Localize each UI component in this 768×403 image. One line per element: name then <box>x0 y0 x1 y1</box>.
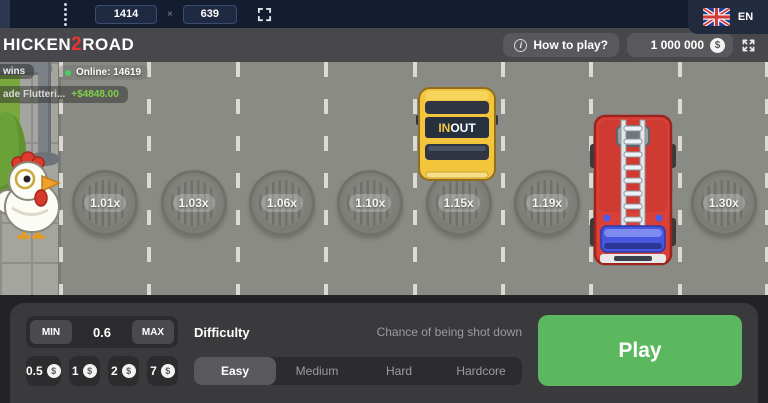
language-selector[interactable]: EN <box>688 0 768 34</box>
lane-4: 1.10x <box>326 62 414 295</box>
manhole-multiplier: 1.10x <box>337 170 403 236</box>
bottom-area: MIN 0.6 MAX Difficulty Chance of being s… <box>0 295 768 403</box>
coin-icon: $ <box>47 364 61 378</box>
tab-medium[interactable]: Medium <box>276 357 358 385</box>
game-logo: HICKEN2ROAD <box>3 34 134 56</box>
quick-bet-2-button[interactable]: 2$ <box>108 356 139 386</box>
info-icon: i <box>514 39 527 52</box>
win-ticker: ade Flutteri... +$4848.00 <box>0 86 128 103</box>
chance-label: Chance of being shot down <box>377 325 522 339</box>
dimension-separator: × <box>167 9 173 20</box>
bet-amount-box: MIN 0.6 MAX <box>26 316 178 348</box>
tab-hardcore[interactable]: Hardcore <box>440 357 522 385</box>
difficulty-tabs: Easy Medium Hard Hardcore <box>194 357 522 385</box>
quick-bet-1-button[interactable]: 1$ <box>69 356 100 386</box>
lane-2: 1.03x <box>149 62 237 295</box>
drag-handle-icon[interactable] <box>64 3 67 26</box>
viewport-width-input[interactable]: 1414 <box>95 5 157 24</box>
difficulty-label: Difficulty <box>194 325 250 340</box>
min-bet-button[interactable]: MIN <box>30 320 72 344</box>
max-bet-button[interactable]: MAX <box>132 320 174 344</box>
online-status: Online: 14619 <box>58 65 148 80</box>
expand-fullscreen-icon[interactable] <box>741 38 756 53</box>
manhole-multiplier: 1.30x <box>691 170 757 236</box>
top-toolbar: 1414 × 639 <box>0 0 768 28</box>
ticker-win-amount: +$4848.00 <box>71 89 119 100</box>
balance-display: 1 000 000 $ <box>627 33 733 57</box>
toolbar-accent-strip <box>0 0 10 28</box>
coin-icon: $ <box>710 38 725 53</box>
quick-bet-0.5-button[interactable]: 0.5$ <box>26 356 61 386</box>
ticker-username: ade Flutteri... <box>3 89 65 100</box>
manhole-multiplier: 1.03x <box>161 170 227 236</box>
coin-icon: $ <box>161 364 175 378</box>
chicken-character <box>0 150 64 242</box>
language-code: EN <box>738 11 753 23</box>
manhole-multiplier: 1.01x <box>72 170 138 236</box>
lane-8: 1.30x <box>680 62 768 295</box>
online-count: Online: 14619 <box>76 67 141 78</box>
game-board: 1.01x 1.03x 1.06x 1.10x 1.15x 1.19x 1.30… <box>0 62 768 295</box>
tab-hard[interactable]: Hard <box>358 357 440 385</box>
fire-truck <box>590 114 676 266</box>
coin-icon: $ <box>83 364 97 378</box>
manhole-multiplier: 1.06x <box>249 170 315 236</box>
quick-bet-row: 0.5$ 1$ 2$ 7$ <box>26 356 178 386</box>
balance-value: 1 000 000 <box>651 38 704 52</box>
fullscreen-bracket-icon[interactable] <box>257 7 272 22</box>
online-dot-icon <box>65 70 71 76</box>
quick-bet-7-button[interactable]: 7$ <box>147 356 178 386</box>
viewport-height-input[interactable]: 639 <box>183 5 237 24</box>
bet-amount-input[interactable]: 0.6 <box>72 325 132 340</box>
svg-text:INOUT: INOUT <box>438 121 476 135</box>
how-to-play-button[interactable]: i How to play? <box>503 33 619 57</box>
uk-flag-icon <box>703 8 730 26</box>
control-panel: MIN 0.6 MAX Difficulty Chance of being s… <box>10 303 758 403</box>
lane-6: 1.19x <box>503 62 591 295</box>
taxi-car: INOUT <box>416 86 498 182</box>
game-header: HICKEN2ROAD i How to play? 1 000 000 $ <box>0 28 768 62</box>
wins-toggle[interactable]: wins <box>0 64 34 79</box>
lane-3: 1.06x <box>238 62 326 295</box>
how-to-play-label: How to play? <box>533 38 608 52</box>
tab-easy[interactable]: Easy <box>194 357 276 385</box>
chicken-road-game-window: 1414 × 639 EN HICKEN2ROAD i How to play? <box>0 0 768 403</box>
play-button[interactable]: Play <box>538 315 742 386</box>
manhole-multiplier: 1.19x <box>514 170 580 236</box>
traffic-pole <box>38 62 51 160</box>
coin-icon: $ <box>122 364 136 378</box>
difficulty-header: Difficulty Chance of being shot down <box>194 325 522 340</box>
